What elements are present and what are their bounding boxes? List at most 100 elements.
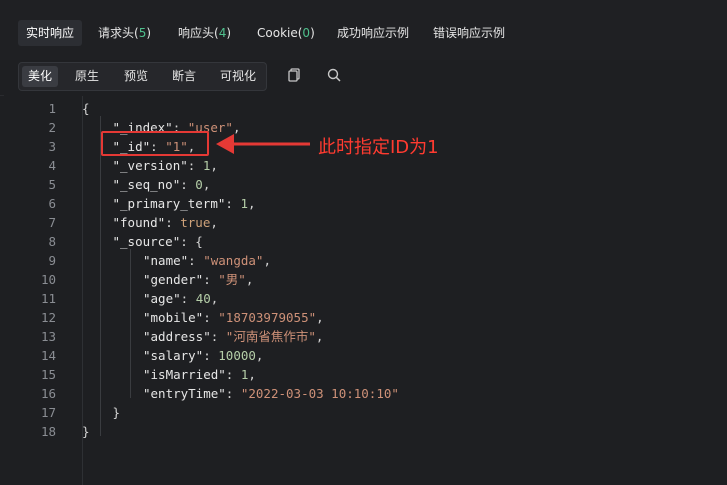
line-number: 17	[40, 405, 56, 420]
code-token: ,	[202, 177, 211, 192]
code-text: {	[82, 99, 90, 118]
code-text: }	[82, 422, 90, 441]
code-text: "entryTime": "2022-03-03 10:10:10"	[143, 384, 399, 403]
line-number: 2	[48, 120, 56, 135]
code-token: "2022-03-03 10:10:10"	[240, 386, 399, 401]
code-token: ,	[248, 367, 256, 382]
code-line: 17}	[0, 403, 727, 422]
line-number: 16	[40, 386, 56, 401]
view-visualize-button[interactable]: 可视化	[214, 66, 262, 87]
view-mode-toolbar: 美化 原生 预览 断言 可视化	[18, 62, 267, 91]
code-token: ,	[245, 272, 254, 287]
code-token: :	[203, 310, 219, 325]
copy-icon[interactable]	[286, 67, 302, 83]
tab-realtime-response[interactable]: 实时响应	[18, 20, 83, 46]
code-line: 6 "_primary_term": 1,	[0, 194, 727, 213]
code-text: "isMarried": 1,	[143, 365, 256, 384]
code-token: 40	[195, 291, 211, 306]
code-token: :	[210, 329, 226, 344]
code-token: :	[225, 367, 241, 382]
code-token: ,	[263, 253, 271, 268]
code-token: 10000	[218, 348, 256, 363]
line-number: 3	[48, 139, 56, 154]
code-token: "gender"	[143, 272, 204, 287]
code-token: "name"	[143, 253, 189, 268]
code-token: "河南省焦作市"	[225, 329, 316, 344]
code-text: "address": "河南省焦作市",	[143, 327, 323, 346]
tab-cookie[interactable]: Cookie(0)	[249, 20, 323, 46]
code-token: :	[180, 291, 196, 306]
tab-label: 实时响应	[26, 26, 75, 40]
annotation-arrow	[216, 134, 310, 154]
code-token: "address"	[143, 329, 211, 344]
code-token: ,	[210, 215, 218, 230]
tab-label: 成功响应示例	[337, 26, 410, 40]
code-line: 1{	[0, 99, 727, 118]
code-text: "_version": 1,	[113, 156, 218, 175]
code-token: {	[82, 101, 90, 116]
code-token: : {	[180, 234, 203, 249]
line-number: 4	[48, 158, 56, 173]
tab-label: 响应头	[178, 26, 215, 40]
code-line: 8 "_source": {	[0, 232, 727, 251]
tab-label: Cookie	[257, 26, 298, 40]
code-line: 11 "age": 40,	[0, 289, 727, 308]
view-beautify-button[interactable]: 美化	[22, 66, 59, 87]
code-text: "age": 40,	[143, 289, 218, 308]
search-icon[interactable]	[326, 67, 342, 83]
tab-label: 错误响应示例	[433, 26, 506, 40]
tab-request-headers[interactable]: 请求头(5)	[90, 20, 159, 46]
code-token: "18703979055"	[218, 310, 317, 325]
code-text: }	[113, 403, 121, 422]
line-number: 14	[40, 348, 56, 363]
code-text: "salary": 10000,	[143, 346, 263, 365]
code-line: 13 "address": "河南省焦作市",	[0, 327, 727, 346]
code-token: "entryTime"	[143, 386, 226, 401]
view-raw-button[interactable]: 原生	[69, 66, 105, 87]
line-number: 15	[40, 367, 56, 382]
code-token: ,	[255, 348, 264, 363]
code-token: 1	[240, 196, 248, 211]
line-number: 10	[40, 272, 56, 287]
annotation-label: 此时指定ID为1	[318, 137, 439, 158]
code-token: :	[188, 253, 204, 268]
view-preview-button[interactable]: 预览	[118, 66, 154, 87]
code-line: 18}	[0, 422, 727, 441]
code-token: :	[187, 158, 203, 173]
tab-label: 请求头	[98, 26, 135, 40]
code-token: ,	[210, 291, 219, 306]
highlight-box	[101, 131, 209, 156]
code-token: }	[82, 424, 90, 439]
view-assert-button[interactable]: 断言	[166, 66, 202, 87]
code-token: :	[165, 215, 181, 230]
code-line: 10 "gender": "男",	[0, 270, 727, 289]
line-number: 5	[48, 177, 56, 192]
tab-count: 0	[302, 26, 311, 40]
code-line: 16 "entryTime": "2022-03-03 10:10:10"	[0, 384, 727, 403]
code-token: "_source"	[112, 234, 181, 249]
code-text: "mobile": "18703979055",	[143, 308, 324, 327]
code-token: ,	[247, 196, 256, 211]
code-token: "age"	[143, 291, 181, 306]
code-line: 14 "salary": 10000,	[0, 346, 727, 365]
code-token: true	[180, 215, 211, 230]
code-line: 5 "_seq_no": 0,	[0, 175, 727, 194]
tab-error-example[interactable]: 错误响应示例	[425, 20, 513, 46]
tab-response-headers[interactable]: 响应头(4)	[170, 20, 239, 46]
code-text: "found": true,	[113, 213, 218, 232]
code-token: "_version"	[112, 158, 188, 173]
code-text: "_seq_no": 0,	[113, 175, 211, 194]
code-token: "wangda"	[203, 253, 264, 268]
code-token: ,	[316, 310, 324, 325]
line-number: 11	[40, 291, 56, 306]
code-line: 9 "name": "wangda",	[0, 251, 727, 270]
code-token: "mobile"	[143, 310, 204, 325]
line-number: 12	[40, 310, 56, 325]
line-number: 1	[48, 101, 56, 116]
code-text: "name": "wangda",	[143, 251, 271, 270]
line-number: 6	[48, 196, 56, 211]
tab-success-example[interactable]: 成功响应示例	[329, 20, 417, 46]
code-token: }	[112, 405, 121, 420]
code-token: "found"	[112, 215, 166, 230]
code-token: "男"	[218, 272, 246, 287]
